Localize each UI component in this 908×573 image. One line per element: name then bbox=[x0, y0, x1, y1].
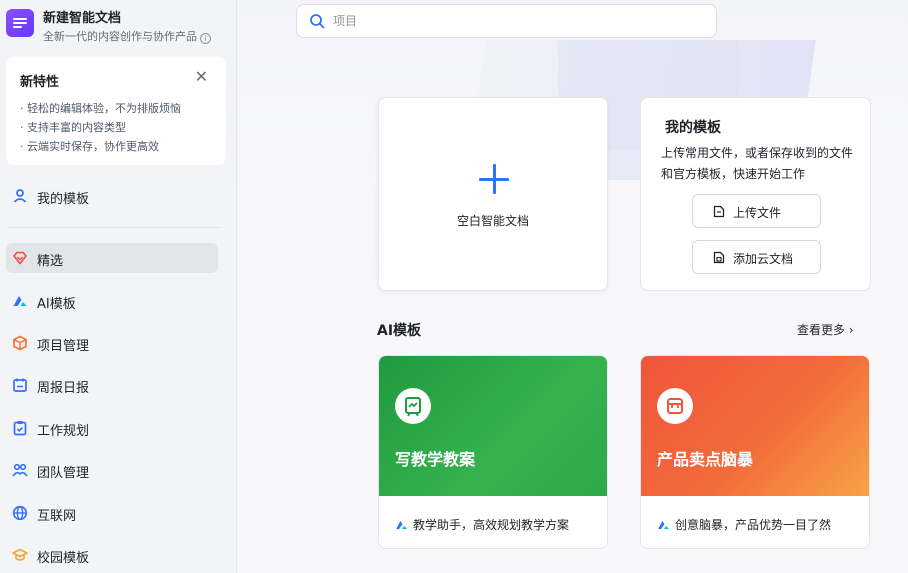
sidebar-item-campus-templates[interactable]: 校园模板 bbox=[6, 540, 218, 570]
card-banner: 写教学教案 bbox=[379, 356, 607, 496]
feature-item: · 云端实时保存，协作更高效 bbox=[20, 140, 159, 153]
sidebar-item-team-management[interactable]: 团队管理 bbox=[6, 455, 218, 485]
app-subtitle: 全新一代的内容创作与协作产品 i bbox=[43, 28, 211, 44]
see-more-link[interactable]: 查看更多 › bbox=[797, 321, 854, 338]
card-description: 创意脑暴，产品优势一目了然 bbox=[657, 516, 831, 533]
sidebar-item-label: AI模板 bbox=[37, 297, 76, 312]
app-header: 新建智能文档 全新一代的内容创作与协作产品 i bbox=[6, 6, 234, 50]
new-features-card: 新特性 ✕ · 轻松的编辑体验，不为排版烦恼 · 支持丰富的内容类型 · 云端实… bbox=[6, 57, 226, 165]
sidebar-item-label: 校园模板 bbox=[37, 551, 90, 566]
upload-file-label: 上传文件 bbox=[733, 206, 782, 220]
ai-icon bbox=[13, 296, 27, 306]
card-banner: 产品卖点脑暴 bbox=[641, 356, 869, 496]
info-icon[interactable]: i bbox=[200, 33, 211, 44]
sidebar-item-featured[interactable]: 精选 bbox=[6, 243, 218, 273]
ai-template-card-lesson-plan[interactable]: 写教学教案 教学助手，高效规划教学方案 bbox=[378, 355, 608, 549]
sidebar-item-label: 周报日报 bbox=[37, 381, 90, 396]
user-icon bbox=[13, 189, 27, 203]
add-cloud-doc-button[interactable]: 添加云文档 bbox=[692, 240, 821, 274]
ai-template-card-product-brainstorm[interactable]: 产品卖点脑暴 创意脑暴，产品优势一目了然 bbox=[640, 355, 870, 549]
my-templates-title: 我的模板 bbox=[665, 120, 721, 136]
calendar-icon bbox=[13, 378, 27, 392]
blank-smart-doc-card[interactable]: 空白智能文档 bbox=[378, 97, 608, 291]
feature-item: · 支持丰富的内容类型 bbox=[20, 121, 126, 134]
blank-smart-doc-label: 空白智能文档 bbox=[456, 214, 529, 228]
upload-file-button[interactable]: 上传文件 bbox=[692, 194, 821, 228]
sidebar-item-work-planning[interactable]: 工作规划 bbox=[6, 413, 218, 443]
search-input[interactable] bbox=[333, 11, 703, 31]
sidebar-item-label: 项目管理 bbox=[37, 339, 90, 354]
divider bbox=[8, 227, 220, 228]
my-templates-card: 我的模板 上传常用文件，或者保存收到的文件和官方模板，快速开始工作 上传文件 添… bbox=[640, 97, 871, 291]
sidebar-item-ai-templates[interactable]: AI模板 bbox=[6, 286, 218, 316]
add-cloud-doc-label: 添加云文档 bbox=[733, 252, 794, 266]
featured-icon bbox=[13, 251, 27, 265]
search-bar[interactable] bbox=[296, 4, 717, 38]
clipboard-icon bbox=[13, 421, 27, 436]
team-icon bbox=[12, 463, 28, 477]
close-icon[interactable]: ✕ bbox=[195, 67, 208, 86]
card-description-text: 教学助手，高效规划教学方案 bbox=[413, 518, 570, 532]
cube-icon bbox=[13, 335, 27, 351]
card-title: 产品卖点脑暴 bbox=[657, 450, 754, 469]
sidebar-item-label: 工作规划 bbox=[37, 424, 90, 439]
sidebar-item-project-management[interactable]: 项目管理 bbox=[6, 328, 218, 358]
brainstorm-icon bbox=[657, 388, 693, 424]
graduation-cap-icon bbox=[12, 548, 28, 561]
app-subtitle-text: 全新一代的内容创作与协作产品 bbox=[43, 30, 197, 43]
lesson-plan-icon bbox=[395, 388, 431, 424]
my-templates-description: 上传常用文件，或者保存收到的文件和官方模板，快速开始工作 bbox=[661, 146, 854, 181]
card-title: 写教学教案 bbox=[395, 450, 476, 469]
globe-icon bbox=[12, 505, 28, 521]
ai-templates-section-title: AI模板 bbox=[377, 323, 422, 339]
docs-logo-icon bbox=[6, 9, 34, 37]
sidebar: 新建智能文档 全新一代的内容创作与协作产品 i 新特性 ✕ · 轻松的编辑体验，不… bbox=[0, 0, 237, 573]
feature-item: · 轻松的编辑体验，不为排版烦恼 bbox=[20, 102, 181, 115]
new-features-list: · 轻松的编辑体验，不为排版烦恼 · 支持丰富的内容类型 · 云端实时保存，协作… bbox=[20, 99, 181, 156]
ai-icon bbox=[658, 520, 669, 530]
app-title: 新建智能文档 bbox=[43, 11, 122, 26]
search-icon bbox=[310, 14, 325, 29]
file-icon bbox=[713, 205, 725, 218]
sidebar-item-label: 我的模板 bbox=[37, 192, 90, 207]
cloud-doc-icon bbox=[713, 251, 725, 264]
sidebar-item-my-templates[interactable]: 我的模板 bbox=[6, 181, 218, 211]
sidebar-item-label: 互联网 bbox=[37, 509, 77, 524]
card-description-text: 创意脑暴，产品优势一目了然 bbox=[675, 518, 832, 532]
plus-icon-bar bbox=[479, 178, 509, 181]
card-description: 教学助手，高效规划教学方案 bbox=[395, 516, 569, 533]
new-features-title: 新特性 bbox=[20, 75, 60, 90]
sidebar-item-internet[interactable]: 互联网 bbox=[6, 498, 218, 528]
sidebar-item-label: 团队管理 bbox=[37, 466, 90, 481]
ai-icon bbox=[396, 520, 407, 530]
sidebar-item-label: 精选 bbox=[37, 254, 64, 269]
sidebar-item-weekly-daily-report[interactable]: 周报日报 bbox=[6, 370, 218, 400]
